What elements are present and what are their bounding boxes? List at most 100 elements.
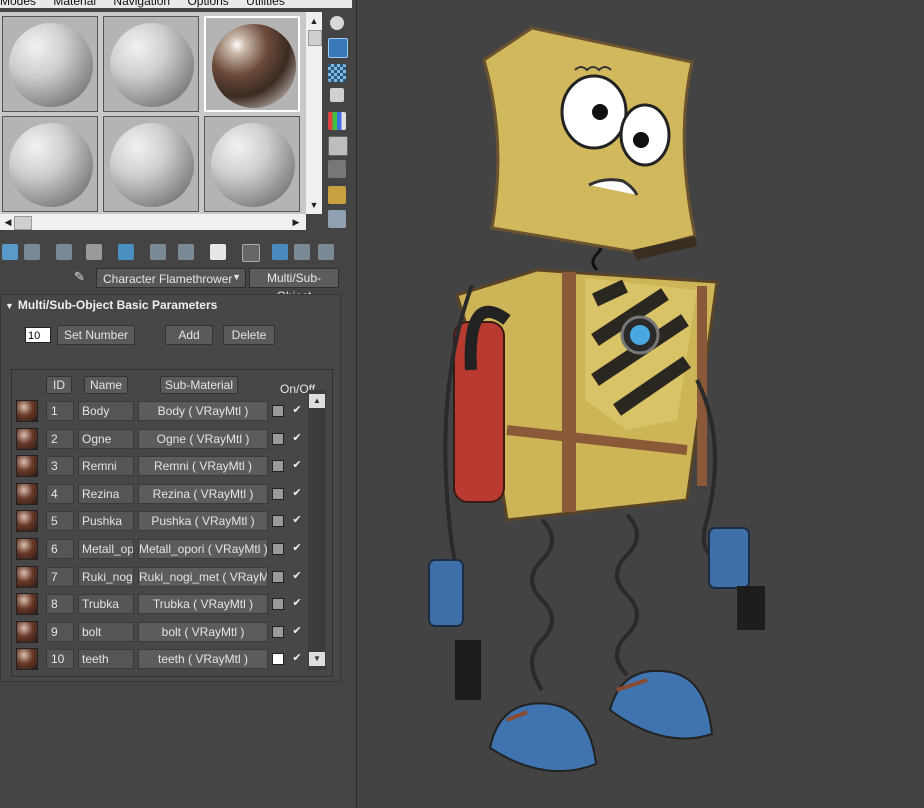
menu-modes[interactable]: Modes xyxy=(0,0,36,8)
slots-horizontal-scrollbar[interactable]: ◀ ▶ xyxy=(0,214,306,230)
material-navigator-icon[interactable] xyxy=(328,210,346,228)
submaterial-thumbnail[interactable] xyxy=(16,482,38,505)
submaterial-thumbnail[interactable] xyxy=(16,565,38,588)
row-enable-checkbox[interactable]: ✔ xyxy=(290,594,304,612)
uv-tiling-icon[interactable] xyxy=(330,88,344,102)
column-header-id[interactable]: ID xyxy=(46,376,72,394)
submaterial-button[interactable]: Trubka ( VRayMtl ) xyxy=(138,594,268,615)
submaterial-button[interactable]: teeth ( VRayMtl ) xyxy=(138,649,268,670)
scroll-down-icon[interactable]: ▼ xyxy=(309,652,325,666)
row-name-field[interactable]: bolt xyxy=(78,621,134,642)
menu-utilities[interactable]: Utilities xyxy=(246,0,285,8)
viewport[interactable] xyxy=(357,0,924,808)
pick-material-icon[interactable]: ✎ xyxy=(74,270,88,284)
row-color-swatch[interactable] xyxy=(272,653,284,666)
row-enable-checkbox[interactable]: ✔ xyxy=(290,401,304,419)
video-color-icon[interactable] xyxy=(328,112,346,130)
submaterial-button[interactable]: Body ( VRayMtl ) xyxy=(138,401,268,421)
backlight-icon[interactable] xyxy=(328,38,348,58)
row-name-field[interactable]: Metall_opc xyxy=(78,539,134,559)
submaterial-button[interactable]: Ogne ( VRayMtl ) xyxy=(138,428,268,449)
select-by-material-icon[interactable] xyxy=(328,186,346,204)
material-type-button[interactable]: Multi/Sub-Object xyxy=(249,268,339,303)
sample-slot[interactable] xyxy=(103,16,199,112)
put-to-library-icon[interactable] xyxy=(150,244,166,260)
row-color-swatch[interactable] xyxy=(272,625,284,638)
slots-vertical-scrollbar[interactable]: ▲ ▼ xyxy=(306,12,322,214)
scroll-up-icon[interactable]: ▲ xyxy=(306,14,322,28)
table-scrollbar[interactable]: ▲ ▼ xyxy=(308,390,326,670)
sample-slot[interactable] xyxy=(103,116,199,212)
submaterial-thumbnail[interactable] xyxy=(16,510,38,533)
column-header-submaterial[interactable]: Sub-Material xyxy=(160,376,238,394)
row-enable-checkbox[interactable]: ✔ xyxy=(290,567,304,585)
set-number-button[interactable]: Set Number xyxy=(57,325,135,345)
go-forward-icon[interactable] xyxy=(318,244,334,260)
row-name-field[interactable]: Trubka xyxy=(78,594,134,615)
go-to-parent-icon[interactable] xyxy=(294,244,310,260)
row-enable-checkbox[interactable]: ✔ xyxy=(290,622,304,640)
row-color-swatch[interactable] xyxy=(272,432,284,445)
sample-slot[interactable] xyxy=(204,116,300,212)
submaterial-count-input[interactable]: 10 xyxy=(25,327,51,343)
background-icon[interactable] xyxy=(328,64,346,82)
row-color-swatch[interactable] xyxy=(272,598,284,611)
submaterial-thumbnail[interactable] xyxy=(16,620,38,643)
rollout-header[interactable]: ▼ Multi/Sub-Object Basic Parameters xyxy=(1,295,344,315)
material-id-icon[interactable] xyxy=(210,244,226,260)
row-enable-checkbox[interactable]: ✔ xyxy=(290,484,304,502)
menu-options[interactable]: Options xyxy=(187,0,228,8)
scroll-up-icon[interactable]: ▲ xyxy=(309,394,325,408)
sample-type-icon[interactable] xyxy=(330,16,344,30)
make-unique-icon[interactable] xyxy=(118,244,134,260)
row-color-swatch[interactable] xyxy=(272,487,284,500)
row-enable-checkbox[interactable]: ✔ xyxy=(290,456,304,474)
row-color-swatch[interactable] xyxy=(272,570,284,583)
menu-material[interactable]: Material xyxy=(53,0,96,8)
row-name-field[interactable]: teeth xyxy=(78,649,134,670)
submaterial-thumbnail[interactable] xyxy=(16,400,38,422)
submaterial-thumbnail[interactable] xyxy=(16,648,38,671)
submaterial-thumbnail[interactable] xyxy=(16,427,38,450)
add-button[interactable]: Add xyxy=(165,325,213,345)
row-name-field[interactable]: Rezina xyxy=(78,483,134,504)
row-enable-checkbox[interactable]: ✔ xyxy=(290,649,304,667)
delete-icon[interactable] xyxy=(86,244,102,260)
material-name-dropdown[interactable]: Character Flamethrower ▼ xyxy=(96,268,246,288)
submaterial-button[interactable]: Remni ( VRayMtl ) xyxy=(138,456,268,477)
row-color-swatch[interactable] xyxy=(272,460,284,473)
scroll-thumb[interactable] xyxy=(14,216,32,230)
row-enable-checkbox[interactable]: ✔ xyxy=(290,539,304,557)
submaterial-thumbnail[interactable] xyxy=(16,593,38,616)
row-color-swatch[interactable] xyxy=(272,543,284,555)
assign-material-icon[interactable] xyxy=(56,244,72,260)
row-enable-checkbox[interactable]: ✔ xyxy=(290,429,304,447)
delete-button[interactable]: Delete xyxy=(223,325,275,345)
row-name-field[interactable]: Body xyxy=(78,401,134,421)
show-map-icon[interactable] xyxy=(242,244,260,262)
row-name-field[interactable]: Ruki_nogi_ xyxy=(78,566,134,587)
row-name-field[interactable]: Pushka xyxy=(78,511,134,532)
row-color-swatch[interactable] xyxy=(272,405,284,417)
submaterial-button[interactable]: Metall_opori ( VRayMtl ) xyxy=(138,539,268,559)
row-name-field[interactable]: Remni xyxy=(78,456,134,477)
sample-slot-active[interactable] xyxy=(204,16,300,112)
submaterial-button[interactable]: Rezina ( VRayMtl ) xyxy=(138,483,268,504)
row-color-swatch[interactable] xyxy=(272,515,284,528)
column-header-name[interactable]: Name xyxy=(84,376,128,394)
show-background-icon[interactable] xyxy=(272,244,288,260)
options-icon[interactable] xyxy=(328,160,346,178)
submaterial-thumbnail[interactable] xyxy=(16,538,38,560)
make-preview-icon[interactable] xyxy=(328,136,348,156)
put-to-scene-icon[interactable] xyxy=(24,244,40,260)
menu-navigation[interactable]: Navigation xyxy=(113,0,170,8)
sample-slot[interactable] xyxy=(2,116,98,212)
scroll-down-icon[interactable]: ▼ xyxy=(306,198,322,212)
submaterial-button[interactable]: Pushka ( VRayMtl ) xyxy=(138,511,268,532)
scroll-right-icon[interactable]: ▶ xyxy=(288,215,304,229)
row-name-field[interactable]: Ogne xyxy=(78,428,134,449)
submaterial-thumbnail[interactable] xyxy=(16,455,38,478)
sample-slot[interactable] xyxy=(2,16,98,112)
submaterial-button[interactable]: bolt ( VRayMtl ) xyxy=(138,621,268,642)
row-enable-checkbox[interactable]: ✔ xyxy=(290,511,304,529)
